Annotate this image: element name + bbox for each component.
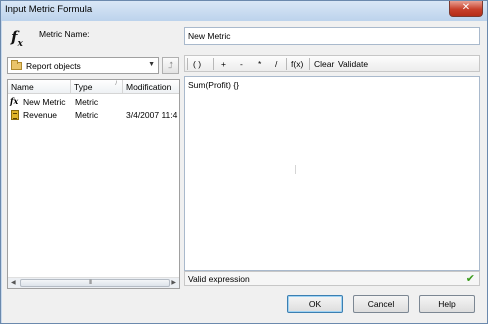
minus-button[interactable]: - (240, 59, 243, 69)
close-icon: ✕ (461, 2, 471, 13)
metric-name-input[interactable] (184, 27, 480, 45)
fx-icon: fx (10, 96, 19, 106)
metric-name-label: Metric Name: (39, 29, 90, 39)
metric-icon (11, 110, 19, 120)
scroll-thumb[interactable]: III (20, 279, 170, 287)
title-bar: Input Metric Formula ✕ (1, 1, 487, 21)
item-name: New Metric (23, 97, 66, 107)
scroll-right-icon[interactable]: ▶ (171, 279, 176, 286)
column-header-type[interactable]: Type / (71, 80, 123, 94)
sort-indicator-icon: / (115, 81, 117, 87)
horizontal-scrollbar[interactable]: ◀ III ▶ (8, 277, 179, 288)
toolbar-separator (309, 58, 310, 70)
divide-button[interactable]: / (275, 59, 277, 69)
check-icon: ✔ (465, 273, 475, 285)
toolbar-separator (286, 58, 287, 70)
dialog-window: Input Metric Formula ✕ fx Metric Name: R… (0, 0, 488, 324)
objects-list: Name Type / Modification fx New Metric M… (7, 79, 180, 289)
parentheses-button[interactable]: ( ) (193, 59, 201, 69)
window-title: Input Metric Formula (5, 4, 93, 15)
up-level-button[interactable]: ⮥ (162, 57, 179, 74)
function-button[interactable]: f(x) (291, 59, 303, 69)
toolbar-separator (213, 58, 214, 70)
objects-dropdown-value: Report objects (26, 61, 81, 71)
item-name: Revenue (23, 110, 58, 120)
item-type: Metric (75, 97, 99, 107)
toolbar-separator (187, 58, 188, 70)
fx-icon: fx (11, 28, 23, 49)
close-button[interactable]: ✕ (449, 1, 483, 17)
scroll-left-icon[interactable]: ◀ (11, 279, 16, 286)
status-text: Valid expression (188, 274, 250, 284)
cancel-button[interactable]: Cancel (353, 295, 409, 313)
validate-button[interactable]: Validate (338, 59, 368, 69)
list-header: Name Type / Modification (8, 80, 179, 94)
up-arrow-icon: ⮥ (167, 60, 174, 70)
help-button[interactable]: Help (419, 295, 475, 313)
item-type: Metric (75, 110, 99, 120)
chevron-down-icon: ▼ (148, 61, 155, 68)
multiply-button[interactable]: * (258, 59, 261, 69)
formula-editor[interactable]: Sum(Profit) {} (184, 76, 480, 271)
plus-button[interactable]: + (221, 59, 226, 69)
list-item[interactable]: fx New Metric Metric (8, 96, 179, 109)
folder-icon (11, 60, 22, 70)
formula-text: Sum(Profit) {} (188, 80, 240, 90)
validation-status: Valid expression ✔ (184, 271, 480, 286)
dialog-client: fx Metric Name: Report objects ▼ ⮥ Name … (2, 21, 487, 323)
list-item[interactable]: Revenue Metric 3/4/2007 11:4 (8, 109, 179, 122)
column-header-modification[interactable]: Modification (123, 80, 179, 94)
column-header-name[interactable]: Name (8, 80, 71, 94)
scroll-grip: III (89, 280, 92, 286)
clear-button[interactable]: Clear (314, 59, 334, 69)
column-header-type-label: Type (74, 82, 93, 92)
ok-button[interactable]: OK (287, 295, 343, 313)
item-modified: 3/4/2007 11:4 (126, 110, 178, 120)
text-cursor (295, 165, 296, 174)
formula-toolbar: ( ) + - * / f(x) Clear Validate (184, 55, 480, 72)
objects-dropdown[interactable]: Report objects ▼ (7, 57, 159, 74)
